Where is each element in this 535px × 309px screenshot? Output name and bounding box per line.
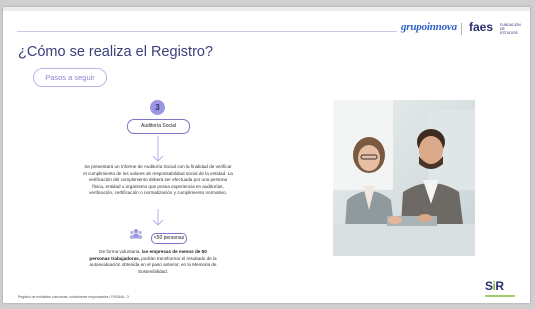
faes-logo: faes: [469, 20, 494, 34]
sir-logo-underline: [485, 295, 515, 297]
step-number-badge: 3: [150, 100, 165, 115]
step-label-box: Auditoría Social: [127, 119, 190, 134]
sir-logo: SiR: [485, 279, 504, 293]
people-group-icon: [130, 229, 142, 239]
photo-illustration: [333, 100, 475, 256]
slide: grupoinnova faes FUNDACIÓN DE ESTUDIOS ¿…: [3, 7, 530, 303]
page-title: ¿Cómo se realiza el Registro?: [18, 44, 214, 60]
slide-top-bar: [3, 7, 530, 11]
voluntary-note-lead: De forma voluntaria,: [99, 249, 142, 254]
sir-logo-s: S: [485, 279, 493, 293]
company-size-badge: <50 personas: [151, 233, 187, 244]
arrow-down-icon: [152, 209, 164, 226]
footer-text: Registro de entidades colectoras: social…: [18, 295, 129, 299]
arrow-down-icon: [152, 136, 164, 162]
faes-logo-subtitle: FUNDACIÓN DE ESTUDIOS: [500, 23, 521, 35]
steps-pill: Pasos a seguir: [33, 68, 107, 87]
grupoinnova-logo: grupoinnova: [401, 21, 457, 33]
header-divider: [17, 31, 397, 32]
audit-description: Se presentará un Informe de Auditoría So…: [83, 164, 233, 196]
logo-separator: [461, 23, 462, 35]
voluntary-note: De forma voluntaria, las empresas de men…: [89, 249, 217, 275]
business-people-photo: [333, 100, 475, 256]
sir-logo-r: R: [495, 279, 504, 293]
